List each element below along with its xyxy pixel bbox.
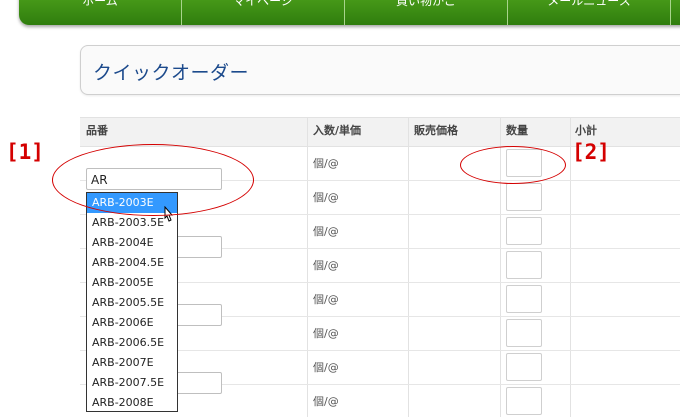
nav-item-mypage[interactable]: マイページ	[182, 0, 344, 25]
unit-price-cell: 個/@	[313, 395, 339, 408]
unit-price-cell: 個/@	[313, 259, 339, 272]
dropdown-option[interactable]: ARB-2005.5E	[87, 293, 177, 313]
quantity-input[interactable]	[506, 183, 542, 211]
nav-item-cart[interactable]: 買い物かご	[345, 0, 507, 25]
dropdown-option[interactable]: ARB-2005E	[87, 273, 177, 293]
unit-price-cell: 個/@	[313, 293, 339, 306]
dropdown-option[interactable]: ARB-2006E	[87, 313, 177, 333]
autocomplete-dropdown[interactable]: ARB-2003E ARB-2003.5E ARB-2004E ARB-2004.5E…	[86, 192, 178, 412]
dropdown-option[interactable]: ARB-2004.5E	[87, 253, 177, 273]
nav-item-home[interactable]: ホーム	[19, 0, 181, 25]
annotation-ellipse-2	[460, 146, 566, 184]
quantity-input[interactable]	[506, 251, 542, 279]
column-divider	[570, 117, 571, 417]
column-divider	[307, 117, 308, 417]
column-header-quantity: 数量	[506, 124, 528, 137]
quantity-input[interactable]	[506, 353, 542, 381]
annotation-ellipse-1	[52, 144, 254, 216]
annotation-label-2: [2]	[572, 140, 610, 164]
dropdown-option[interactable]: ARB-2008E	[87, 393, 177, 411]
unit-price-cell: 個/@	[313, 225, 339, 238]
nav-item-mailnews[interactable]: メールニュース	[508, 0, 670, 25]
quantity-input[interactable]	[506, 217, 542, 245]
quantity-input[interactable]	[506, 285, 542, 313]
page-title: クイックオーダー	[93, 62, 250, 84]
column-header-price: 販売価格	[414, 124, 458, 137]
annotation-label-1: [1]	[6, 140, 44, 164]
unit-price-cell: 個/@	[313, 361, 339, 374]
unit-price-cell: 個/@	[313, 191, 339, 204]
dropdown-option[interactable]: ARB-2006.5E	[87, 333, 177, 353]
nav-separator	[670, 0, 671, 25]
quantity-input[interactable]	[506, 387, 542, 415]
quantity-input[interactable]	[506, 319, 542, 347]
unit-price-cell: 個/@	[313, 157, 339, 170]
column-divider	[408, 117, 409, 417]
column-header-code: 品番	[86, 124, 108, 137]
dropdown-option[interactable]: ARB-2004E	[87, 233, 177, 253]
top-navigation: ホーム マイページ 買い物かご メールニュース	[19, 0, 680, 25]
unit-price-cell: 個/@	[313, 327, 339, 340]
column-header-subtotal: 小計	[575, 124, 597, 137]
column-header-unit: 入数/単価	[313, 124, 362, 137]
dropdown-option[interactable]: ARB-2007.5E	[87, 373, 177, 393]
dropdown-option[interactable]: ARB-2007E	[87, 353, 177, 373]
